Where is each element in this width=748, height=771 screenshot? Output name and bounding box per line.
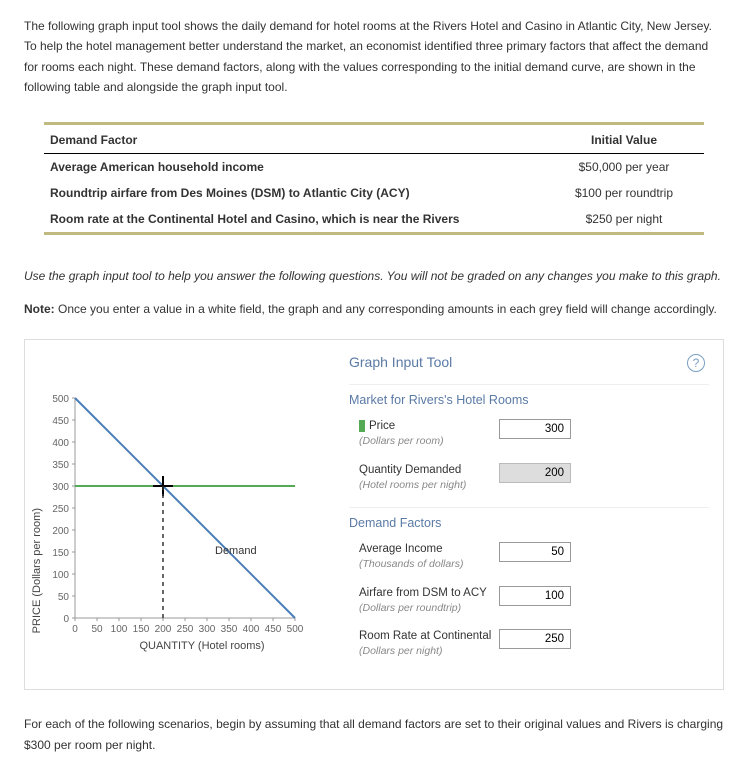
factor-table: Demand Factor Initial Value Average Amer… [44, 125, 704, 232]
svg-text:450: 450 [52, 416, 69, 427]
price-label: Price (Dollars per room) [359, 419, 499, 449]
svg-text:400: 400 [243, 624, 260, 635]
factor-table-wrap: Demand Factor Initial Value Average Amer… [44, 122, 704, 235]
svg-text:200: 200 [52, 526, 69, 537]
graph-input-tool: PRICE (Dollars per room) 0 50 10 [24, 339, 724, 690]
table-row: Average American household income $50,00… [44, 153, 704, 180]
y-axis-label: PRICE (Dollars per room) [31, 508, 43, 633]
income-input[interactable] [499, 542, 571, 562]
svg-text:300: 300 [52, 482, 69, 493]
demand-chart[interactable]: 0 50 100 150 200 250 300 350 400 450 500… [35, 388, 335, 638]
svg-text:200: 200 [155, 624, 172, 635]
svg-text:350: 350 [52, 460, 69, 471]
svg-text:500: 500 [287, 624, 304, 635]
svg-text:100: 100 [111, 624, 128, 635]
svg-text:350: 350 [221, 624, 238, 635]
svg-text:0: 0 [63, 614, 69, 625]
value-cell: $100 per roundtrip [544, 180, 704, 206]
svg-text:500: 500 [52, 394, 69, 405]
qty-output [499, 463, 571, 483]
svg-text:300: 300 [199, 624, 216, 635]
th-factor: Demand Factor [44, 125, 544, 154]
table-row: Room rate at the Continental Hotel and C… [44, 206, 704, 232]
section-market: Market for Rivers's Hotel Rooms [349, 384, 709, 415]
instruction-text: Use the graph input tool to help you ans… [24, 267, 724, 286]
section-factors: Demand Factors [349, 507, 709, 538]
input-panel: ? Graph Input Tool Market for Rivers's H… [335, 354, 709, 669]
price-marker-icon [359, 420, 365, 432]
factor-cell: Average American household income [44, 153, 544, 180]
value-cell: $250 per night [544, 206, 704, 232]
help-icon[interactable]: ? [687, 354, 705, 372]
x-axis-label: QUANTITY (Hotel rooms) [69, 640, 335, 652]
factor-cell: Roundtrip airfare from Des Moines (DSM) … [44, 180, 544, 206]
svg-text:0: 0 [72, 624, 78, 635]
airfare-input[interactable] [499, 586, 571, 606]
svg-text:100: 100 [52, 570, 69, 581]
value-cell: $50,000 per year [544, 153, 704, 180]
roomrate-label: Room Rate at Continental (Dollars per ni… [359, 629, 499, 659]
demand-curve-label: Demand [215, 545, 257, 557]
svg-text:50: 50 [58, 592, 70, 603]
qty-label: Quantity Demanded (Hotel rooms per night… [359, 463, 499, 493]
airfare-label: Airfare from DSM to ACY (Dollars per rou… [359, 586, 499, 616]
svg-text:150: 150 [52, 548, 69, 559]
factor-cell: Room rate at the Continental Hotel and C… [44, 206, 544, 232]
outro-text: For each of the following scenarios, beg… [24, 714, 724, 755]
note-text: Note: Once you enter a value in a white … [24, 300, 724, 319]
price-input[interactable] [499, 419, 571, 439]
svg-text:450: 450 [265, 624, 282, 635]
chart-column: PRICE (Dollars per room) 0 50 10 [35, 354, 335, 669]
roomrate-input[interactable] [499, 629, 571, 649]
table-row: Roundtrip airfare from Des Moines (DSM) … [44, 180, 704, 206]
svg-text:250: 250 [177, 624, 194, 635]
svg-text:150: 150 [133, 624, 150, 635]
tool-title: Graph Input Tool [349, 354, 709, 370]
svg-text:50: 50 [91, 624, 103, 635]
intro-text: The following graph input tool shows the… [24, 16, 724, 98]
svg-text:400: 400 [52, 438, 69, 449]
income-label: Average Income (Thousands of dollars) [359, 542, 499, 572]
th-value: Initial Value [544, 125, 704, 154]
svg-text:250: 250 [52, 504, 69, 515]
